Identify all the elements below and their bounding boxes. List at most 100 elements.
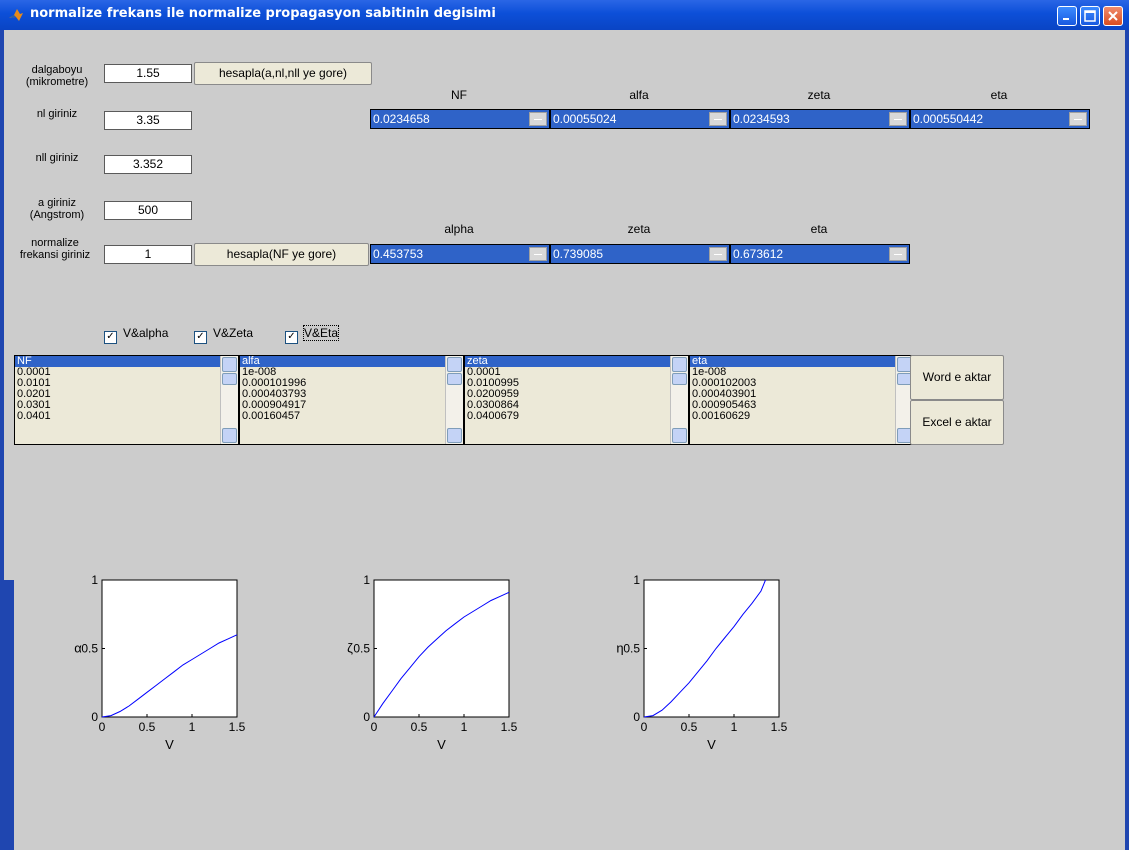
alpha-nf-result-popup[interactable]: 0.453753 — [370, 244, 550, 264]
dropdown-arrow-icon — [709, 247, 727, 261]
n1-label: nl giriniz — [36, 108, 78, 120]
alfa-result-popup[interactable]: 0.00055024 — [550, 109, 730, 129]
y-tick-label: 0 — [633, 710, 640, 724]
list-item[interactable]: 0.0401 — [15, 411, 238, 422]
header-alfa: alfa — [629, 88, 649, 102]
x-tick-label: 1 — [189, 720, 196, 734]
list-eta[interactable]: eta 1e-008 0.000102003 0.000403901 0.000… — [689, 355, 914, 445]
list-zeta[interactable]: zeta 0.0001 0.0100995 0.0200959 0.030086… — [464, 355, 689, 445]
y-tick-label: 0.5 — [353, 642, 370, 656]
title-bar[interactable]: normalize frekans ile normalize propagas… — [0, 0, 1129, 30]
checkbox-v-zeta[interactable]: ✓ V&Zeta — [194, 326, 253, 344]
zeta-nf-result-popup[interactable]: 0.739085 — [550, 244, 730, 264]
x-tick-label: 0.5 — [139, 720, 156, 734]
x-tick-label: 1 — [461, 720, 468, 734]
x-tick-label: 1.5 — [501, 720, 518, 734]
dropdown-arrow-icon — [889, 247, 907, 261]
nf-input[interactable]: 1 — [104, 245, 192, 264]
checkbox-v-alpha[interactable]: ✓ V&alpha — [104, 326, 168, 344]
export-word-button[interactable]: Word e aktar — [910, 355, 1004, 400]
plot-area — [101, 579, 238, 718]
x-tick-label: 0 — [641, 720, 648, 734]
list-item[interactable]: 0.00160457 — [240, 411, 463, 422]
x-tick-label: 0 — [99, 720, 106, 734]
header-alpha: alpha — [444, 222, 474, 236]
header-zeta: zeta — [807, 88, 831, 102]
y-tick-label: 1 — [91, 573, 98, 587]
scroll-up-icon[interactable] — [222, 357, 237, 372]
close-button[interactable] — [1103, 6, 1123, 26]
y-tick-label: 0.5 — [623, 642, 640, 656]
dropdown-arrow-icon — [529, 247, 547, 261]
x-tick-label: 1 — [731, 720, 738, 734]
window-edge — [4, 580, 14, 850]
y-tick-label: 0.5 — [81, 642, 98, 656]
matlab-logo-icon — [9, 9, 23, 21]
list-item[interactable]: 0.0400679 — [465, 411, 688, 422]
header-eta: eta — [990, 88, 1008, 102]
eta-nf-result-popup[interactable]: 0.673612 — [730, 244, 910, 264]
list-item[interactable]: 0.00160629 — [690, 411, 913, 422]
scroll-thumb[interactable] — [222, 373, 237, 385]
plot-area — [643, 579, 780, 718]
y-axis-label: ζ — [347, 641, 353, 656]
y-tick-label: 0 — [91, 710, 98, 724]
list-nf[interactable]: NF 0.0001 0.0101 0.0201 0.0301 0.0401 — [14, 355, 239, 445]
n1-input[interactable]: 3.35 — [104, 111, 192, 130]
checkbox-v-eta[interactable]: ✓ V&Eta — [285, 325, 340, 344]
wavelength-label: dalgaboyu (mikrometre) — [25, 64, 89, 88]
plot-area — [373, 579, 510, 718]
x-tick-label: 0 — [371, 720, 378, 734]
n2-input[interactable]: 3.352 — [104, 155, 192, 174]
scroll-down-icon[interactable] — [447, 428, 462, 443]
y-tick-label: 1 — [633, 573, 640, 587]
y-axis-label: η — [616, 641, 623, 656]
scroll-thumb[interactable] — [672, 373, 687, 385]
minimize-button[interactable] — [1057, 6, 1077, 26]
scrollbar[interactable] — [220, 356, 238, 444]
list-alfa[interactable]: alfa 1e-008 0.000101996 0.000403793 0.00… — [239, 355, 464, 445]
checkmark-icon: ✓ — [104, 331, 117, 344]
calculate-by-params-button[interactable]: hesapla(a,nl,nll ye gore) — [194, 62, 372, 85]
checkmark-icon: ✓ — [194, 331, 207, 344]
y-axis-label: α — [74, 641, 82, 656]
maximize-button[interactable] — [1080, 6, 1100, 26]
chart-zeta: 0 0.5 1 1.5 0 0.5 1 Vζ — [347, 573, 518, 752]
x-axis-label: V — [165, 737, 174, 752]
header-zeta-2: zeta — [627, 222, 651, 236]
chart-eta: 0 0.5 1 1.5 0 0.5 1 Vη — [616, 573, 788, 752]
scrollbar[interactable] — [670, 356, 688, 444]
wavelength-input[interactable]: 1.55 — [104, 64, 192, 83]
x-tick-label: 0.5 — [411, 720, 428, 734]
scroll-up-icon[interactable] — [447, 357, 462, 372]
window-title: normalize frekans ile normalize propagas… — [30, 6, 496, 21]
x-axis-label: V — [437, 737, 446, 752]
nf-result-popup[interactable]: 0.0234658 — [370, 109, 550, 129]
scrollbar[interactable] — [445, 356, 463, 444]
maximize-icon — [1084, 10, 1096, 22]
a-label: a giriniz (Angstrom) — [29, 197, 85, 221]
dropdown-arrow-icon — [709, 112, 727, 126]
dropdown-arrow-icon — [529, 112, 547, 126]
app-window: normalize frekans ile normalize propagas… — [0, 0, 1129, 850]
scroll-down-icon[interactable] — [222, 428, 237, 443]
calculate-by-nf-button[interactable]: hesapla(NF ye gore) — [194, 243, 369, 266]
close-icon — [1108, 11, 1118, 21]
scroll-thumb[interactable] — [447, 373, 462, 385]
x-tick-label: 1.5 — [771, 720, 788, 734]
x-tick-label: 1.5 — [229, 720, 246, 734]
header-eta-2: eta — [810, 222, 828, 236]
x-tick-label: 0.5 — [681, 720, 698, 734]
y-tick-label: 0 — [363, 710, 370, 724]
dropdown-arrow-icon — [889, 112, 907, 126]
n2-label: nll giriniz — [35, 152, 79, 164]
scroll-up-icon[interactable] — [672, 357, 687, 372]
eta-result-popup[interactable]: 0.000550442 — [910, 109, 1090, 129]
export-excel-button[interactable]: Excel e aktar — [910, 400, 1004, 445]
a-input[interactable]: 500 — [104, 201, 192, 220]
scroll-down-icon[interactable] — [672, 428, 687, 443]
minimize-icon — [1063, 18, 1069, 20]
dropdown-arrow-icon — [1069, 112, 1087, 126]
zeta-result-popup[interactable]: 0.0234593 — [730, 109, 910, 129]
chart-alpha: 0 0.5 1 1.5 0 0.5 1 Vα — [74, 573, 246, 752]
